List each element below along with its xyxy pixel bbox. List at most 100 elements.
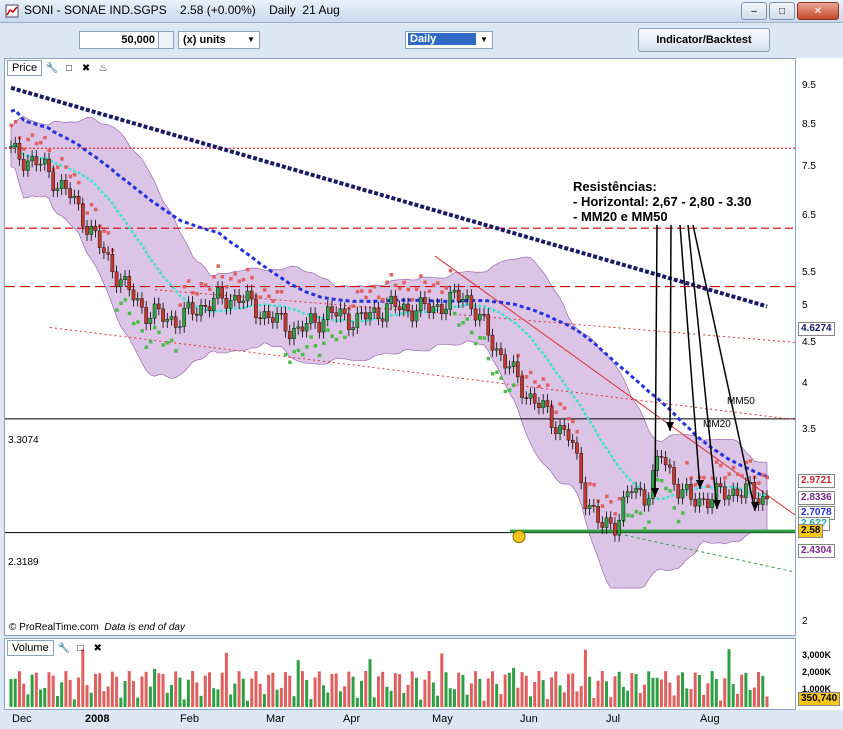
sar-dot <box>30 133 35 137</box>
sar-dot <box>9 123 13 128</box>
window-icon[interactable]: □ <box>74 641 88 655</box>
price-tag-mm50: 4.6274 <box>798 322 835 336</box>
volume-panel[interactable]: Volume 🔧 □ ✖ <box>4 638 796 710</box>
window-icon[interactable]: □ <box>62 61 76 75</box>
candle-body <box>21 159 26 171</box>
sar-dot <box>93 207 98 212</box>
sar-dot <box>271 299 275 303</box>
wrench-icon[interactable]: 🔧 <box>45 61 59 75</box>
volume-bar <box>461 674 465 707</box>
candle-body <box>283 313 288 332</box>
sar-dot <box>723 476 727 480</box>
resistance-annotation: Resistências: - Horizontal: 2,67 - 2,80 … <box>573 179 751 224</box>
close-circle-icon[interactable]: ✖ <box>91 641 105 655</box>
volume-bar <box>469 683 473 707</box>
sar-dot <box>262 288 267 292</box>
minimize-icon[interactable]: – <box>741 2 767 20</box>
sar-dot <box>203 283 208 287</box>
sar-dot <box>127 311 132 316</box>
sar-dot <box>224 285 229 289</box>
volume-bar <box>17 671 21 707</box>
candle-body <box>587 505 592 509</box>
volume-bar <box>250 678 254 707</box>
candle-body <box>106 252 110 255</box>
sar-dot <box>212 274 216 279</box>
volume-bar <box>579 686 583 707</box>
candle-body <box>414 310 419 322</box>
sar-dot <box>714 460 719 464</box>
chart-footer: © ProRealTime.com Data is end of day <box>9 622 185 633</box>
candle-body <box>119 279 123 287</box>
candle-body <box>621 496 626 521</box>
volume-bar <box>452 689 456 707</box>
price-scale: 9.58.57.56.55.554.543.532.524.62742.9721… <box>796 58 843 710</box>
sar-dot <box>685 461 689 465</box>
time-axis-label: 2008 <box>85 713 110 725</box>
sar-dot <box>414 287 419 292</box>
candle-body <box>410 310 415 322</box>
sar-dot <box>748 459 753 463</box>
volume-bar <box>224 652 228 707</box>
candle-body <box>663 457 668 466</box>
candle-body <box>393 295 398 307</box>
candle-body <box>706 498 710 508</box>
volume-bar <box>490 671 494 707</box>
quantity-stepper[interactable]: 50,000 <box>79 31 174 49</box>
sar-dot <box>208 287 212 292</box>
maximize-icon[interactable]: □ <box>769 2 795 20</box>
bell-icon[interactable]: ♨ <box>96 61 110 75</box>
candle-body <box>351 327 355 331</box>
candle-body <box>668 464 672 468</box>
period-select[interactable]: Daily ▼ <box>405 31 493 49</box>
price-panel-label: Price <box>7 60 43 76</box>
sar-dot <box>258 295 263 299</box>
volume-bar <box>347 671 351 707</box>
volume-bar <box>136 697 140 707</box>
candle-body <box>423 297 427 304</box>
sar-dot <box>140 329 144 333</box>
spin-arrows-icon[interactable] <box>158 32 173 48</box>
price-chart-panel[interactable]: Price 🔧 □ ✖ ♨ 3.3074 2.3189 Resistências… <box>4 58 796 636</box>
volume-bar <box>81 649 85 707</box>
indicator-backtest-button[interactable]: Indicator/Backtest <box>638 28 770 52</box>
volume-bar <box>752 687 756 707</box>
volume-bar <box>292 696 296 707</box>
candle-body <box>190 302 195 315</box>
sar-dot <box>77 180 81 185</box>
sar-dot <box>275 290 280 294</box>
sar-dot <box>626 513 630 517</box>
sar-dot <box>452 311 457 316</box>
volume-bar <box>229 694 233 707</box>
volume-bar <box>203 675 207 707</box>
volume-bar <box>246 700 250 707</box>
candle-body <box>249 290 254 300</box>
wrench-icon[interactable]: 🔧 <box>57 641 71 655</box>
window-title: SONI - SONAE IND.SGPS 2.58 (+0.00%) Dail… <box>24 3 340 17</box>
volume-bar <box>98 673 102 707</box>
candle-body <box>59 180 64 189</box>
volume-bar <box>169 684 173 707</box>
volume-bar <box>305 679 309 707</box>
candle-body <box>131 289 136 301</box>
level-label-upper: 3.3074 <box>8 435 39 446</box>
close-circle-icon[interactable]: ✖ <box>79 61 93 75</box>
volume-bar <box>262 694 266 707</box>
candle-body <box>338 308 343 317</box>
candle-body <box>689 484 693 500</box>
volume-bar <box>444 672 448 707</box>
sar-dot <box>317 353 322 358</box>
candle-body <box>89 225 94 235</box>
sar-dot <box>410 297 415 302</box>
sar-dot <box>191 290 195 295</box>
candle-body <box>359 312 364 314</box>
volume-bar <box>288 675 292 707</box>
annotation-arrow <box>669 224 672 432</box>
volume-bar <box>512 667 516 707</box>
close-icon[interactable]: ✕ <box>797 2 839 20</box>
units-select[interactable]: (x) units ▼ <box>178 31 260 49</box>
sar-dot <box>681 511 685 515</box>
candle-body <box>368 312 372 320</box>
volume-bar <box>710 671 714 707</box>
volume-bar <box>448 688 452 707</box>
volume-bar <box>385 686 389 707</box>
